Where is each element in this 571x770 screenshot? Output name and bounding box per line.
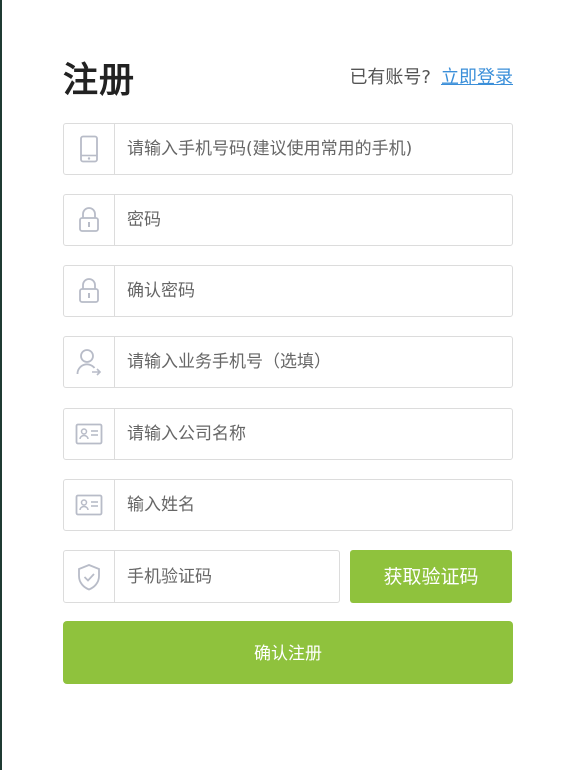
confirm-password-field [63, 265, 513, 317]
lock-icon [64, 195, 115, 245]
user-arrow-icon [64, 337, 115, 387]
shield-check-icon [64, 551, 115, 602]
submit-register-button[interactable]: 确认注册 [63, 621, 513, 684]
lock-icon [64, 266, 115, 316]
name-field [63, 479, 513, 531]
id-card-icon [64, 409, 115, 459]
header: 注册 已有账号? 立即登录 [63, 56, 513, 106]
password-field [63, 194, 513, 246]
sms-code-field [63, 550, 340, 603]
login-link[interactable]: 立即登录 [441, 67, 513, 88]
confirm-password-input[interactable] [115, 266, 512, 316]
login-prompt: 已有账号? [349, 67, 431, 88]
password-input[interactable] [115, 195, 512, 245]
sms-code-input[interactable] [115, 551, 339, 602]
register-panel: 注册 已有账号? 立即登录 请输入手机号码(建议使用常用的手机) 请输入业务手机… [2, 0, 571, 770]
company-input[interactable] [115, 409, 512, 459]
page-title: 注册 [63, 61, 136, 101]
login-hint: 已有账号? 立即登录 [349, 64, 513, 92]
company-field [63, 408, 513, 460]
get-code-button[interactable]: 获取验证码 [350, 550, 512, 603]
phone-icon [64, 124, 115, 174]
business-phone-input[interactable] [115, 337, 512, 387]
name-input[interactable] [115, 480, 512, 530]
phone-input[interactable] [115, 124, 512, 174]
business-phone-field [63, 336, 513, 388]
id-card-icon [64, 480, 115, 530]
phone-field [63, 123, 513, 175]
